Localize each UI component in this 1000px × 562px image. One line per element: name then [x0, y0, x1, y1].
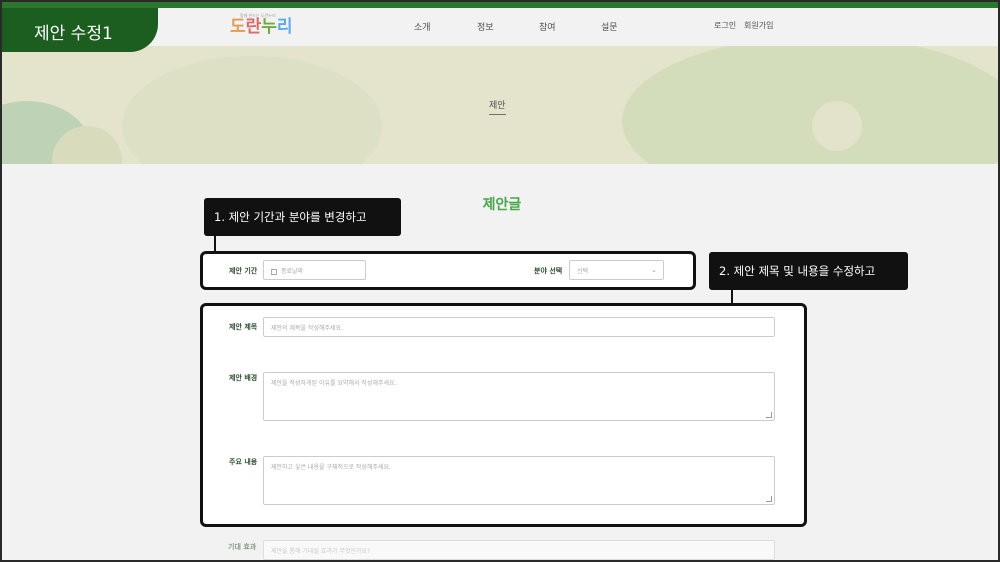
effect-row: 기대 효과 제안을 통해 기대될 효과가 무엇인가요? [202, 532, 802, 560]
title-content-box: 제안 제목 제안의 제목을 작성해주세요. 제안 배경 제안을 작성하게된 이유… [200, 303, 807, 527]
field-select-value: 선택 [577, 268, 589, 275]
effect-label: 기대 효과 [228, 543, 257, 551]
content-textarea[interactable]: 제안하고 싶은 내용을 구체적으로 작성해주세요. [263, 456, 775, 505]
field-select[interactable]: 선택 ⌄ [569, 260, 664, 280]
effect-input[interactable]: 제안을 통해 기대될 효과가 무엇인가요? [263, 540, 775, 560]
calendar-icon [271, 268, 277, 275]
hero-blob [812, 101, 862, 151]
logo-char: 누 [261, 17, 277, 37]
field-label: 분야 선택 [534, 267, 563, 275]
chevron-down-icon: ⌄ [651, 266, 657, 274]
nav-item-participate[interactable]: 참여 [539, 20, 556, 33]
title-label: 제안 제목 [229, 323, 258, 331]
logo-char: 란 [245, 17, 262, 37]
signup-link[interactable]: 회원가입 [744, 20, 773, 31]
login-link[interactable]: 로그인 [714, 20, 736, 31]
background-placeholder: 제안을 작성하게된 이유를 요약해서 작성해주세요. [271, 380, 397, 387]
resize-handle[interactable] [766, 496, 772, 502]
step-tag: 제안 수정1 [2, 8, 158, 52]
logo-char: 리 [276, 17, 293, 37]
callout-connector [214, 236, 216, 252]
period-field-box: 제안 기간 종료날짜 분야 선택 선택 ⌄ [200, 251, 696, 290]
callout-connector [731, 290, 733, 304]
end-date-input[interactable]: 종료날짜 [263, 260, 366, 280]
end-date-placeholder: 종료날짜 [281, 268, 304, 275]
callout-step-1: 1. 제안 기간과 분야를 변경하고 [204, 198, 401, 236]
nav-item-intro[interactable]: 소개 [414, 20, 431, 33]
background-label: 제안 배경 [229, 374, 258, 382]
hero-title: 제안 [489, 98, 506, 115]
hero-banner: 제안 [2, 46, 998, 164]
logo-char: 도 [230, 17, 246, 37]
period-label: 제안 기간 [229, 267, 258, 275]
nav-item-info[interactable]: 정보 [477, 20, 494, 33]
callout-step-2: 2. 제안 제목 및 내용을 수정하고 [709, 252, 908, 290]
content-placeholder: 제안하고 싶은 내용을 구체적으로 작성해주세요. [271, 464, 391, 471]
screenshot-frame: 함께 만드는 도란누리 도란누리 소개 정보 참여 설문 로그인 회원가입 제안… [0, 0, 1000, 562]
nav-item-survey[interactable]: 설문 [601, 20, 618, 33]
hero-blob [122, 56, 382, 164]
site-logo[interactable]: 도란누리 [230, 12, 293, 37]
title-input[interactable]: 제안의 제목을 작성해주세요. [263, 317, 775, 337]
content-label: 주요 내용 [229, 458, 258, 466]
resize-handle[interactable] [766, 412, 772, 418]
hero-blob [622, 46, 998, 164]
background-textarea[interactable]: 제안을 작성하게된 이유를 요약해서 작성해주세요. [263, 372, 775, 421]
section-title: 제안글 [482, 197, 522, 213]
